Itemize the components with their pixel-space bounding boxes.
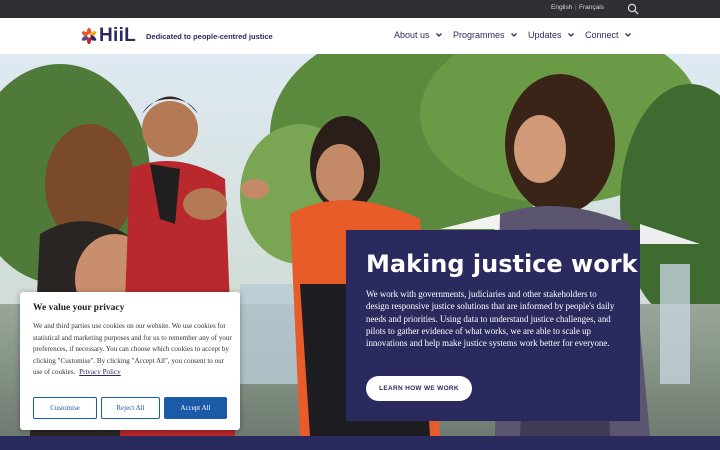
language-separator: | [575, 4, 577, 11]
language-english-link[interactable]: English [551, 4, 572, 11]
hero-title: Making justice work [366, 250, 638, 278]
site-tagline: Dedicated to people-centred justice [146, 32, 273, 41]
accept-all-button[interactable]: Accept All [164, 397, 227, 419]
site-header: HiiL Dedicated to people-centred justice… [0, 18, 720, 54]
language-french-link[interactable]: Français [579, 4, 604, 11]
nav-item-programmes[interactable]: Programmes [453, 30, 519, 40]
chevron-down-icon [435, 33, 442, 37]
nav-label: Connect [585, 30, 619, 40]
cookie-consent-banner: We value your privacy We and third parti… [20, 292, 240, 430]
reject-all-button[interactable]: Reject All [101, 397, 160, 419]
customise-button[interactable]: Customise [33, 397, 97, 419]
chevron-down-icon [624, 33, 631, 37]
hero-bottom-strip [0, 436, 720, 450]
nav-label: Programmes [453, 30, 505, 40]
chevron-down-icon [567, 33, 574, 37]
cookie-title: We value your privacy [33, 303, 125, 313]
logo-wordmark[interactable]: HiiL [99, 25, 136, 47]
chevron-down-icon [510, 33, 517, 37]
nav-label: About us [394, 30, 430, 40]
nav-item-updates[interactable]: Updates [528, 30, 576, 40]
privacy-policy-link[interactable]: Privacy Policy [79, 368, 121, 376]
hero-text-card: Making justice work We work with governm… [346, 230, 640, 421]
nav-item-connect[interactable]: Connect [585, 30, 633, 40]
cookie-description: We and third parties use cookies on our … [33, 321, 233, 379]
logo-flower-icon[interactable] [81, 28, 97, 44]
top-utility-bar: English | Français [0, 0, 720, 18]
learn-how-we-work-button[interactable]: LEARN HOW WE WORK [366, 376, 472, 401]
nav-label: Updates [528, 30, 562, 40]
hero-body-text: We work with governments, judiciaries an… [366, 289, 615, 349]
search-icon[interactable] [627, 3, 639, 15]
cookie-text: We and third parties use cookies on our … [33, 322, 232, 377]
nav-item-about-us[interactable]: About us [394, 30, 444, 40]
